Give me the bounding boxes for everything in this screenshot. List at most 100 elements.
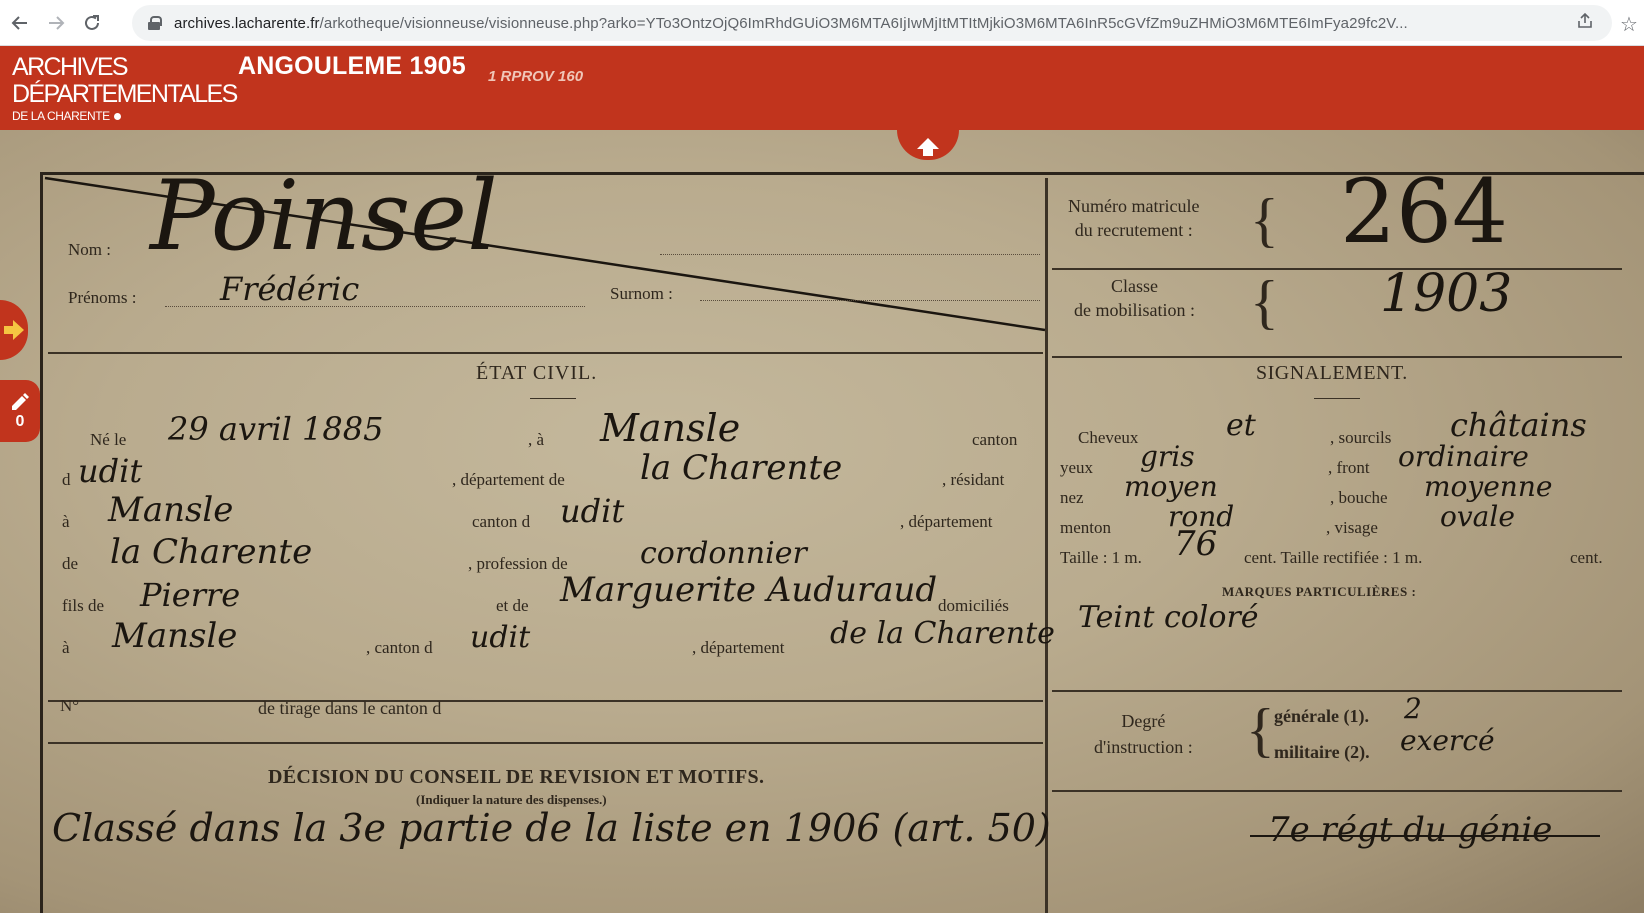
value-pere: Pierre	[140, 576, 241, 614]
value-cheveux: et	[1226, 408, 1256, 443]
label-canton-d: canton d	[472, 512, 531, 531]
label-militaire: militaire (2).	[1274, 742, 1370, 762]
value-marques: Teint coloré	[1078, 600, 1259, 635]
value-bouche: moyenne	[1424, 470, 1553, 503]
value-visage: ovale	[1440, 500, 1515, 533]
value-domicile-canton: udit	[470, 620, 531, 655]
label-sourcils: , sourcils	[1330, 428, 1392, 447]
label-taille-rectifiee: cent. Taille rectifiée : 1 m.	[1244, 548, 1423, 567]
brace: {	[1250, 187, 1279, 253]
label-nez: nez	[1060, 488, 1084, 507]
label-fils-de: fils de	[62, 596, 105, 615]
value-nez: moyen	[1124, 470, 1218, 503]
address-bar[interactable]: archives.lacharente.fr/arkotheque/vision…	[132, 5, 1612, 41]
value-classe: 1903	[1380, 264, 1513, 324]
label-menton: menton	[1060, 518, 1111, 537]
label-marques: MARQUES PARTICULIÈRES :	[1222, 584, 1417, 599]
value-lieu-naissance: Mansle	[600, 406, 741, 450]
value-profession: cordonnier	[640, 536, 807, 571]
label-d: d	[62, 470, 71, 489]
logo-dot-icon	[113, 112, 121, 120]
lock-icon[interactable]	[148, 16, 162, 30]
value-canton: udit	[78, 452, 143, 490]
bookmark-star-icon[interactable]: ☆	[1620, 12, 1638, 37]
document-cote: 1 RPROV 160	[488, 68, 584, 85]
value-nom: Poinsel	[150, 160, 498, 272]
label-departement: , département	[900, 512, 993, 531]
logo-line-2: DÉPARTEMENTALES	[12, 80, 238, 108]
value-instruction-generale: 2	[1404, 692, 1422, 725]
value-taille: 76	[1174, 524, 1218, 564]
value-matricule: 264	[1340, 160, 1508, 263]
dotted-line	[660, 254, 1040, 255]
viewer-header: ARCHIVES DÉPARTEMENTALES DE LA CHARENTE …	[0, 46, 1644, 130]
pencil-icon	[12, 393, 29, 410]
label-domicilies: domiciliés	[938, 596, 1009, 615]
label-degre: Degré d'instruction :	[1094, 711, 1193, 757]
up-arrow-icon	[917, 138, 939, 156]
label-numero: N°	[60, 696, 80, 715]
logo-line-3: DE LA CHARENTE	[12, 108, 237, 124]
document-title: ANGOULEME 1905	[238, 52, 466, 80]
label-tirage: de tirage dans le canton d	[258, 698, 442, 718]
label-nom: Nom :	[68, 240, 111, 259]
share-icon[interactable]	[1576, 12, 1594, 35]
right-panel-tab[interactable]	[1628, 46, 1644, 94]
value-residant-canton: udit	[560, 492, 625, 530]
label-surnom: Surnom :	[610, 284, 673, 303]
heading-decision: DÉCISION DU CONSEIL DE REVISION ET MOTIF…	[268, 766, 765, 788]
label-classe: Classe de mobilisation :	[1074, 276, 1195, 320]
value-domicile: Mansle	[112, 616, 238, 656]
value-decision: Classé dans la 3e partie de la liste en …	[52, 806, 1051, 850]
heading-etat-civil: ÉTAT CIVIL.	[476, 362, 598, 384]
label-taille: Taille : 1 m.	[1060, 548, 1142, 567]
label-a-2: à	[62, 512, 70, 531]
label-canton: canton	[972, 430, 1018, 449]
label-de: de	[62, 554, 79, 573]
url-text[interactable]: archives.lacharente.fr/arkotheque/vision…	[174, 15, 1544, 32]
forward-icon[interactable]	[40, 7, 72, 39]
label-canton-d-2: , canton d	[366, 638, 433, 657]
dotted-line	[700, 300, 1040, 301]
label-a-3: à	[62, 638, 70, 657]
label-cheveux: Cheveux	[1078, 428, 1139, 447]
browser-toolbar: archives.lacharente.fr/arkotheque/vision…	[0, 0, 1644, 46]
label-et-de: et de	[496, 596, 529, 615]
label-a: , à	[528, 430, 545, 449]
back-icon[interactable]	[4, 7, 36, 39]
label-prenoms: Prénoms :	[68, 288, 137, 307]
label-visage: , visage	[1326, 518, 1378, 537]
value-domicile-dept: de la Charente	[830, 616, 1055, 651]
value-date-naissance: 29 avril 1885	[168, 410, 384, 448]
value-affectation: 7e régt du génie	[1268, 810, 1553, 850]
value-sourcils: châtains	[1450, 406, 1587, 444]
reload-icon[interactable]	[76, 7, 108, 39]
annotation-count: 0	[15, 413, 25, 430]
brace: {	[1246, 697, 1275, 763]
value-prenoms: Frédéric	[220, 270, 360, 308]
label-residant: , résidant	[942, 470, 1005, 489]
value-mere: Marguerite Auduraud	[560, 570, 938, 610]
archives-logo[interactable]: ARCHIVES DÉPARTEMENTALES DE LA CHARENTE	[12, 53, 238, 124]
value-residant-dept: la Charente	[110, 532, 313, 572]
heading-signalement: SIGNALEMENT.	[1256, 362, 1408, 384]
logo-line-1: ARCHIVES	[12, 53, 129, 81]
label-departement-2: , département	[692, 638, 785, 657]
right-arrow-icon	[4, 320, 24, 340]
value-yeux: gris	[1140, 440, 1195, 473]
label-ne-le: Né le	[90, 430, 127, 449]
label-profession: , profession de	[468, 554, 568, 573]
label-yeux: yeux	[1060, 458, 1094, 477]
label-cent: cent.	[1570, 548, 1603, 567]
annotation-button[interactable]: 0	[0, 380, 40, 442]
value-instruction-militaire: exercé	[1400, 724, 1495, 757]
document-viewer[interactable]: Nom : Poinsel Prénoms : Frédéric Surnom …	[0, 130, 1644, 913]
dotted-line	[165, 306, 585, 307]
value-departement: la Charente	[640, 448, 843, 488]
label-generale: générale (1).	[1274, 706, 1369, 726]
value-front: ordinaire	[1398, 440, 1529, 473]
label-departement-de: , département de	[452, 470, 565, 489]
label-front: , front	[1328, 458, 1370, 477]
value-residant-lieu: Mansle	[108, 490, 234, 530]
brace: {	[1250, 269, 1279, 335]
